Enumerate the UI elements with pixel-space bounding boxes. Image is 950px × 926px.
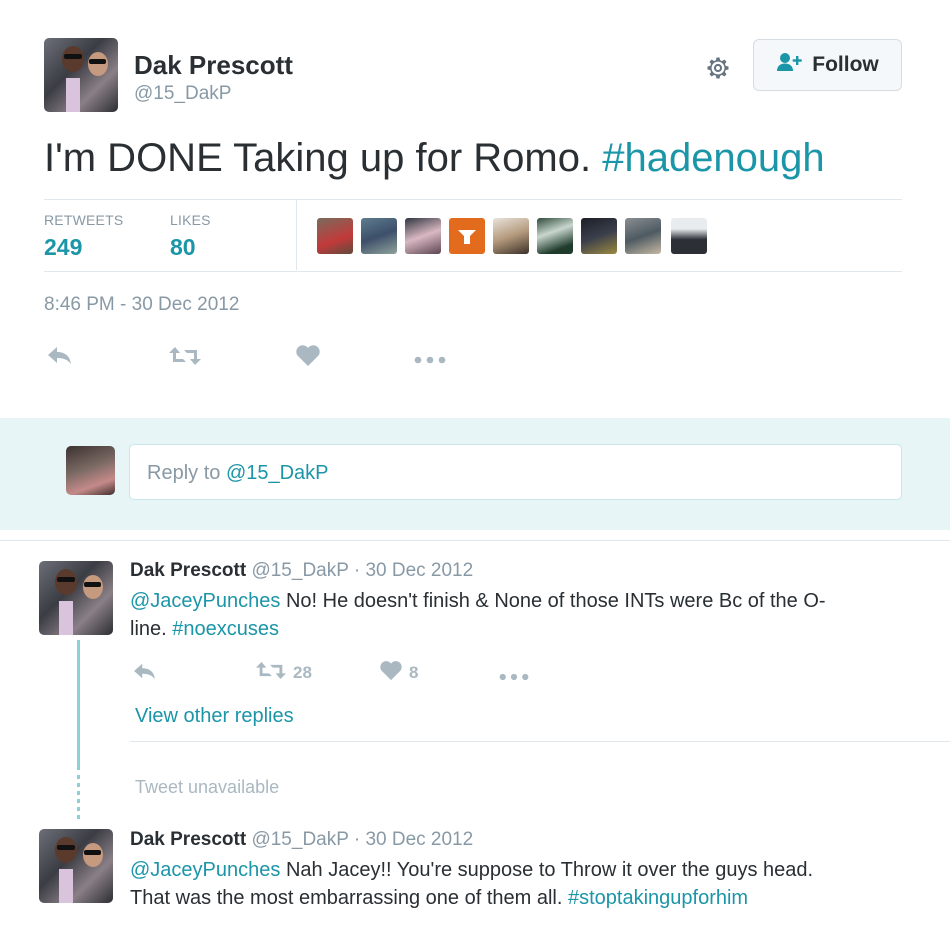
follow-person-icon (776, 52, 804, 78)
retweets-count[interactable]: 249 (44, 234, 82, 261)
reply-text-line2: That was the most embarrassing one of th… (130, 887, 568, 909)
reply-hashtag[interactable]: #stoptakingupforhim (568, 887, 748, 909)
liker-avatar[interactable] (405, 218, 441, 254)
reply-hashtag[interactable]: #noexcuses (172, 618, 279, 640)
like-heart-icon (379, 660, 403, 686)
reply-mention[interactable]: @JaceyPunches (130, 590, 280, 612)
reply-mention[interactable]: @JaceyPunches (130, 859, 280, 881)
liker-avatar[interactable] (625, 218, 661, 254)
retweets-label[interactable]: RETWEETS (44, 212, 123, 228)
liker-avatar[interactable] (317, 218, 353, 254)
tweet-unavailable: Tweet unavailable (135, 777, 280, 797)
more-dots-icon[interactable] (499, 668, 529, 686)
current-user-avatar[interactable] (66, 446, 115, 495)
more-dots-icon[interactable] (414, 351, 446, 369)
reply-icon[interactable] (46, 344, 74, 371)
reply-avatar[interactable] (39, 829, 113, 903)
follow-button[interactable]: Follow (753, 39, 902, 91)
settings-gear-icon[interactable] (704, 54, 732, 82)
reply-text-line1: No! He doesn't finish & None of those IN… (280, 590, 826, 612)
reply-action-retweet[interactable]: 28 (255, 660, 312, 686)
author-avatar[interactable] (44, 38, 118, 112)
liker-avatar[interactable] (493, 218, 529, 254)
thread-dots (77, 775, 80, 819)
liker-avatar[interactable] (671, 218, 707, 254)
reply-handle: @15_DakP (225, 462, 329, 484)
reply-display-name[interactable]: Dak Prescott (130, 829, 246, 850)
reply-header: Dak Prescott @15_DakP · 30 Dec 2012 (130, 829, 473, 851)
stats-vertical-divider (296, 200, 297, 270)
reply-action-reply[interactable] (132, 661, 158, 686)
reply-input[interactable]: Reply to @15_DakP (129, 444, 902, 500)
reply-display-name[interactable]: Dak Prescott (130, 560, 246, 581)
reply-icon (132, 661, 158, 686)
retweet-icon (255, 660, 287, 686)
reply-meta[interactable]: @15_DakP · 30 Dec 2012 (251, 560, 473, 581)
reply-divider (130, 741, 950, 742)
thread-connector (77, 640, 80, 770)
reply-text: @JaceyPunches Nah Jacey!! You're suppose… (130, 856, 813, 912)
reply-text-line2: line. (130, 618, 173, 640)
liker-avatar[interactable] (449, 218, 485, 254)
stats-divider-top (44, 199, 902, 200)
like-count: 8 (409, 663, 419, 682)
liker-avatar[interactable] (537, 218, 573, 254)
tweet-text-plain: I'm DONE Taking up for Romo. (44, 136, 603, 180)
author-handle[interactable]: @15_DakP (134, 83, 231, 105)
likes-count[interactable]: 80 (170, 234, 196, 261)
liker-avatar[interactable] (581, 218, 617, 254)
retweet-icon[interactable] (168, 345, 202, 372)
reply-text: @JaceyPunches No! He doesn't finish & No… (130, 587, 826, 643)
likes-label[interactable]: LIKES (170, 212, 211, 228)
tweet-text: I'm DONE Taking up for Romo. #hadenough (44, 136, 825, 181)
reply-avatar[interactable] (39, 561, 113, 635)
stats-divider-bottom (44, 271, 902, 272)
follow-label: Follow (812, 53, 879, 76)
reply-action-like[interactable]: 8 (379, 660, 418, 686)
reply-text-line1: Nah Jacey!! You're suppose to Throw it o… (280, 859, 814, 881)
tweet-timestamp[interactable]: 8:46 PM - 30 Dec 2012 (44, 294, 239, 316)
retweet-count: 28 (293, 663, 312, 682)
author-display-name[interactable]: Dak Prescott (134, 50, 293, 81)
tweet-hashtag[interactable]: #hadenough (602, 136, 824, 180)
reply-prefix: Reply to (147, 462, 226, 484)
reply-meta[interactable]: @15_DakP · 30 Dec 2012 (251, 829, 473, 850)
composer-divider (0, 540, 950, 541)
view-other-replies-link[interactable]: View other replies (135, 705, 294, 728)
reply-header: Dak Prescott @15_DakP · 30 Dec 2012 (130, 560, 473, 582)
liker-avatar[interactable] (361, 218, 397, 254)
like-heart-icon[interactable] (295, 344, 321, 372)
